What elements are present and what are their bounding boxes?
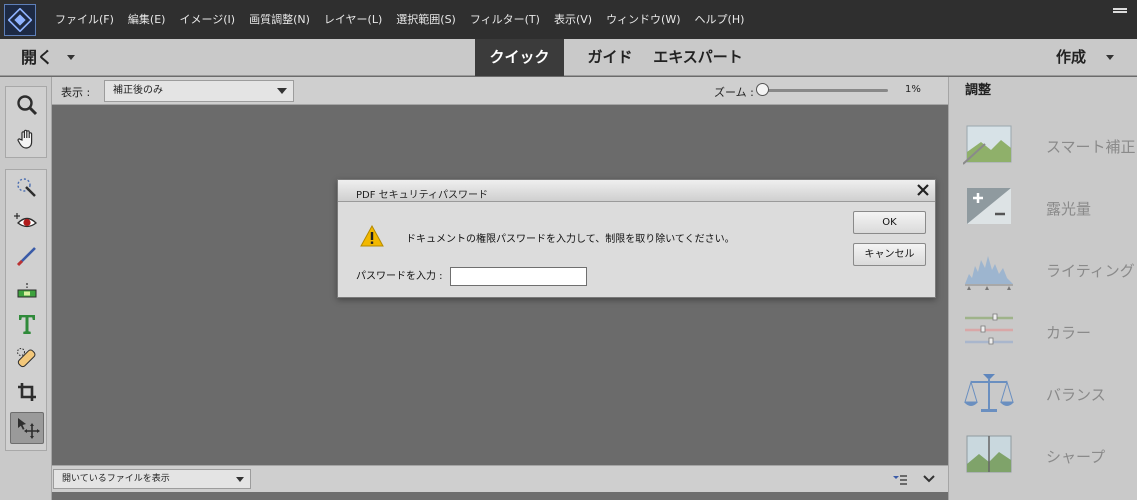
minimize-icon[interactable] bbox=[1113, 8, 1127, 13]
color-icon bbox=[965, 313, 1013, 345]
photo-bin-bar: 開いているファイルを表示 bbox=[52, 465, 948, 500]
sharpen-icon bbox=[966, 435, 1012, 473]
zoom-slider-track[interactable] bbox=[764, 89, 888, 92]
app-logo-icon[interactable] bbox=[4, 3, 36, 36]
chevron-down-icon bbox=[277, 88, 287, 94]
hand-tool-icon[interactable] bbox=[10, 123, 44, 155]
dialog-titlebar[interactable]: PDF セキュリティパスワード bbox=[338, 180, 935, 202]
close-icon[interactable] bbox=[915, 182, 931, 198]
adj-color[interactable]: カラー bbox=[949, 310, 1137, 358]
adj-smart-fix[interactable]: スマート補正 bbox=[949, 124, 1137, 172]
tab-guided[interactable]: ガイド bbox=[580, 39, 640, 76]
balance-icon bbox=[964, 374, 1014, 412]
lighting-icon bbox=[965, 256, 1013, 290]
adj-color-label: カラー bbox=[1046, 324, 1092, 342]
red-eye-icon[interactable] bbox=[10, 206, 44, 238]
adj-exposure-label: 露光量 bbox=[1046, 200, 1092, 218]
adj-smart-fix-label: スマート補正 bbox=[1046, 138, 1136, 156]
move-tool-icon[interactable] bbox=[10, 412, 44, 444]
adj-balance-label: バランス bbox=[1046, 386, 1106, 404]
pdf-password-dialog: PDF セキュリティパスワード ドキュメントの権限パスワードを入力して、制限を取… bbox=[337, 179, 936, 298]
dialog-message: ドキュメントの権限パスワードを入力して、制限を取り除いてください。 bbox=[406, 234, 735, 245]
menu-bar: ファイル(F) 編集(E) イメージ(I) 画質調整(N) レイヤー(L) 選択… bbox=[0, 0, 1137, 39]
password-input[interactable] bbox=[450, 267, 587, 286]
edit-tools-group bbox=[5, 169, 47, 451]
adj-exposure[interactable]: 露光量 bbox=[949, 186, 1137, 234]
adj-sharpen-label: シャープ bbox=[1046, 448, 1106, 466]
quick-selection-icon[interactable] bbox=[10, 172, 44, 204]
bin-options-icon[interactable] bbox=[892, 472, 908, 491]
view-select[interactable]: 補正後のみ bbox=[104, 80, 294, 102]
straighten-icon[interactable] bbox=[10, 274, 44, 306]
tools-panel bbox=[0, 77, 52, 500]
cancel-button[interactable]: キャンセル bbox=[853, 243, 926, 266]
create-dropdown-arrow-icon[interactable] bbox=[1106, 55, 1114, 60]
chevron-down-icon bbox=[236, 477, 244, 482]
adj-lighting-label: ライティング bbox=[1046, 262, 1135, 280]
view-tools-group bbox=[5, 86, 47, 158]
dialog-title: PDF セキュリティパスワード bbox=[356, 190, 489, 201]
ok-button[interactable]: OK bbox=[853, 211, 926, 234]
menu-image[interactable]: イメージ(I) bbox=[172, 0, 242, 39]
menu-file[interactable]: ファイル(F) bbox=[48, 0, 121, 39]
menu-select[interactable]: 選択範囲(S) bbox=[389, 0, 463, 39]
exposure-icon bbox=[967, 188, 1011, 224]
zoom-label: ズーム : bbox=[714, 86, 754, 99]
open-dropdown-arrow-icon[interactable] bbox=[67, 55, 75, 60]
zoom-slider-thumb[interactable] bbox=[756, 83, 769, 96]
create-button[interactable]: 作成 bbox=[1056, 39, 1086, 76]
adj-balance[interactable]: バランス bbox=[949, 372, 1137, 420]
menu-filter[interactable]: フィルター(T) bbox=[463, 0, 547, 39]
adj-lighting[interactable]: ライティング bbox=[949, 248, 1137, 296]
menu-edit[interactable]: 編集(E) bbox=[121, 0, 173, 39]
panel-title: 調整 bbox=[965, 83, 992, 98]
crop-tool-icon[interactable] bbox=[10, 376, 44, 408]
tab-expert[interactable]: エキスパート bbox=[650, 39, 746, 76]
menu-help[interactable]: ヘルプ(H) bbox=[688, 0, 752, 39]
menu-window[interactable]: ウィンドウ(W) bbox=[599, 0, 687, 39]
warning-icon bbox=[360, 224, 384, 251]
photo-bin-area bbox=[52, 492, 948, 500]
menu-layer[interactable]: レイヤー(L) bbox=[317, 0, 389, 39]
open-files-select-value: 開いているファイルを表示 bbox=[62, 474, 170, 484]
collapse-bin-icon[interactable] bbox=[922, 470, 936, 489]
adjustments-panel: 調整 スマート補正 露光量 ライティング カラー バランス シャープ bbox=[948, 77, 1137, 500]
whiten-teeth-icon[interactable] bbox=[10, 240, 44, 272]
open-button[interactable]: 開く bbox=[21, 39, 53, 76]
open-files-select[interactable]: 開いているファイルを表示 bbox=[53, 469, 251, 489]
password-label: パスワードを入力 : bbox=[356, 271, 443, 282]
mode-bar: 開く クイック ガイド エキスパート 作成 bbox=[0, 39, 1137, 76]
view-select-value: 補正後のみ bbox=[113, 85, 163, 96]
spot-healing-icon[interactable] bbox=[10, 342, 44, 374]
adj-sharpen[interactable]: シャープ bbox=[949, 434, 1137, 482]
zoom-value: 1% bbox=[905, 84, 921, 95]
smart-fix-icon bbox=[963, 125, 1012, 165]
options-bar: 表示 : 補正後のみ ズーム : 1% bbox=[52, 77, 948, 105]
tab-quick[interactable]: クイック bbox=[475, 39, 564, 76]
view-label: 表示 : bbox=[61, 86, 91, 99]
zoom-tool-icon[interactable] bbox=[10, 89, 44, 121]
menu-view[interactable]: 表示(V) bbox=[547, 0, 599, 39]
type-tool-icon[interactable] bbox=[10, 308, 44, 340]
menu-enhance[interactable]: 画質調整(N) bbox=[242, 0, 317, 39]
